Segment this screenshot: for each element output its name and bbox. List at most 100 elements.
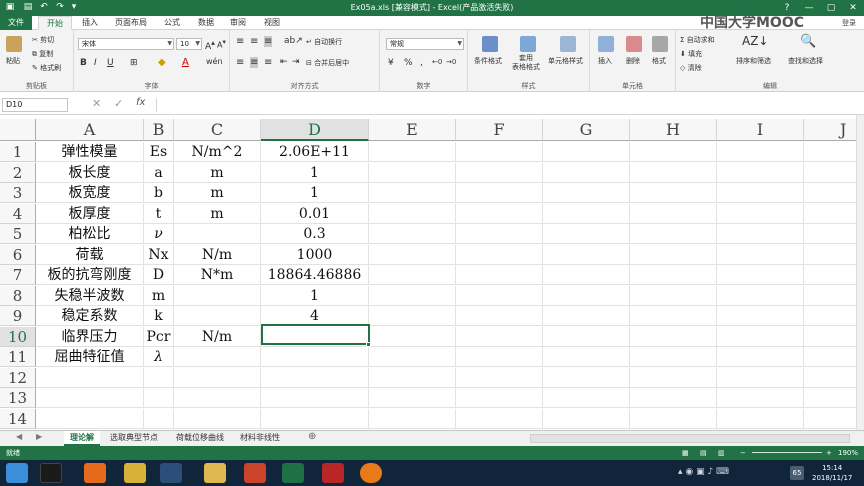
font-size-combo[interactable]: 10 ▼	[176, 38, 202, 50]
cell[interactable]	[630, 183, 717, 203]
row-header[interactable]: 2	[0, 163, 36, 183]
bold-button[interactable]: B	[80, 58, 87, 68]
cell[interactable]	[174, 409, 261, 429]
cell[interactable]	[456, 224, 543, 244]
cell[interactable]	[804, 286, 856, 306]
tab-home[interactable]: 开始	[38, 16, 72, 30]
cancel-formula-icon[interactable]: ✕	[92, 97, 101, 110]
zoom-level[interactable]: 190%	[838, 446, 858, 460]
cell[interactable]	[36, 388, 144, 408]
cell[interactable]	[804, 142, 856, 162]
cell[interactable]	[630, 286, 717, 306]
cell[interactable]: 板宽度	[36, 183, 144, 203]
cell[interactable]	[261, 368, 369, 388]
underline-button[interactable]: U	[107, 58, 114, 68]
currency-icon[interactable]: ¥	[388, 58, 394, 68]
tab-data[interactable]: 数据	[192, 16, 220, 30]
cell[interactable]	[630, 347, 717, 367]
cell[interactable]	[369, 245, 456, 265]
window-app-icon[interactable]	[160, 463, 182, 483]
sheet-tab-theory[interactable]: 理论解	[64, 431, 100, 446]
conditional-format-icon[interactable]	[482, 36, 498, 52]
row-header[interactable]: 10	[0, 327, 36, 347]
cell[interactable]: N/m^2	[174, 142, 261, 162]
cell[interactable]	[456, 286, 543, 306]
cell[interactable]	[717, 286, 804, 306]
cell[interactable]: D	[144, 265, 174, 285]
insert-cells-icon[interactable]	[598, 36, 614, 52]
firefox-icon[interactable]	[84, 463, 106, 483]
cell[interactable]	[261, 347, 369, 367]
orientation-icon[interactable]: ab↗	[284, 36, 303, 46]
grow-font-button[interactable]: A▴	[205, 38, 215, 52]
cell[interactable]	[369, 388, 456, 408]
row-header[interactable]: 3	[0, 183, 36, 203]
qq-icon[interactable]	[40, 463, 62, 483]
cell[interactable]: t	[144, 204, 174, 224]
enter-formula-icon[interactable]: ✓	[114, 97, 123, 110]
cell[interactable]: m	[174, 204, 261, 224]
cell[interactable]	[174, 224, 261, 244]
cell[interactable]: m	[144, 286, 174, 306]
start-button-icon[interactable]	[6, 463, 28, 483]
cell[interactable]	[630, 327, 717, 347]
media-app-icon[interactable]	[322, 463, 344, 483]
cell[interactable]	[630, 245, 717, 265]
cut-button[interactable]: ✂ 剪切	[32, 35, 54, 45]
cell[interactable]	[456, 163, 543, 183]
delete-cells-button[interactable]: 删除	[626, 56, 640, 66]
zoom-out-icon[interactable]: −	[740, 446, 746, 460]
cell[interactable]	[630, 306, 717, 326]
cell[interactable]	[456, 142, 543, 162]
cell[interactable]	[717, 347, 804, 367]
cell[interactable]: k	[144, 306, 174, 326]
cell[interactable]	[369, 286, 456, 306]
cell[interactable]	[144, 368, 174, 388]
help-button[interactable]: ?	[776, 0, 798, 16]
merge-center-button[interactable]: ⊟ 合并后居中	[306, 58, 349, 68]
cell-styles-button[interactable]: 单元格样式	[548, 56, 583, 66]
cell[interactable]: Es	[144, 142, 174, 162]
page-layout-view-icon[interactable]: ▤	[700, 446, 707, 460]
cell[interactable]	[717, 163, 804, 183]
browser-icon[interactable]	[360, 463, 382, 483]
cell[interactable]	[36, 409, 144, 429]
tab-page-layout[interactable]: 页面布局	[110, 16, 152, 30]
cell[interactable]	[369, 409, 456, 429]
minimize-button[interactable]: —	[798, 0, 820, 16]
cell[interactable]: 板长度	[36, 163, 144, 183]
row-header[interactable]: 7	[0, 265, 36, 285]
zoom-slider[interactable]	[752, 452, 822, 453]
find-select-icon[interactable]: 🔍	[800, 34, 816, 49]
cell[interactable]: 0.3	[261, 224, 369, 244]
format-cells-button[interactable]: 格式	[652, 56, 666, 66]
cell[interactable]	[804, 204, 856, 224]
column-header-b[interactable]: B	[144, 119, 174, 141]
row-header[interactable]: 11	[0, 347, 36, 367]
font-name-combo[interactable]: 宋体 ▼	[78, 38, 174, 50]
row-header[interactable]: 12	[0, 368, 36, 388]
cell[interactable]	[717, 183, 804, 203]
cell[interactable]	[144, 409, 174, 429]
cell[interactable]	[369, 163, 456, 183]
add-sheet-icon[interactable]: ⊕	[308, 431, 316, 442]
paste-button[interactable]: 粘贴	[6, 56, 20, 66]
cell[interactable]	[456, 245, 543, 265]
page-break-view-icon[interactable]: ▥	[718, 446, 725, 460]
cell[interactable]: 板的抗弯刚度	[36, 265, 144, 285]
fill-color-icon[interactable]: ◆	[158, 57, 166, 68]
normal-view-icon[interactable]: ▦	[682, 446, 689, 460]
row-header[interactable]: 14	[0, 409, 36, 429]
cell[interactable]	[456, 388, 543, 408]
increase-decimal-icon[interactable]: ←0	[432, 58, 442, 66]
clear-button[interactable]: ◇ 清除	[680, 63, 702, 73]
conditional-format-button[interactable]: 条件格式	[474, 56, 502, 66]
cell[interactable]	[543, 204, 630, 224]
cell[interactable]	[717, 327, 804, 347]
cell[interactable]	[261, 409, 369, 429]
cell[interactable]	[144, 388, 174, 408]
row-header[interactable]: 8	[0, 286, 36, 306]
badge-icon[interactable]: 65	[790, 466, 804, 480]
cell[interactable]	[36, 368, 144, 388]
cell[interactable]	[804, 224, 856, 244]
